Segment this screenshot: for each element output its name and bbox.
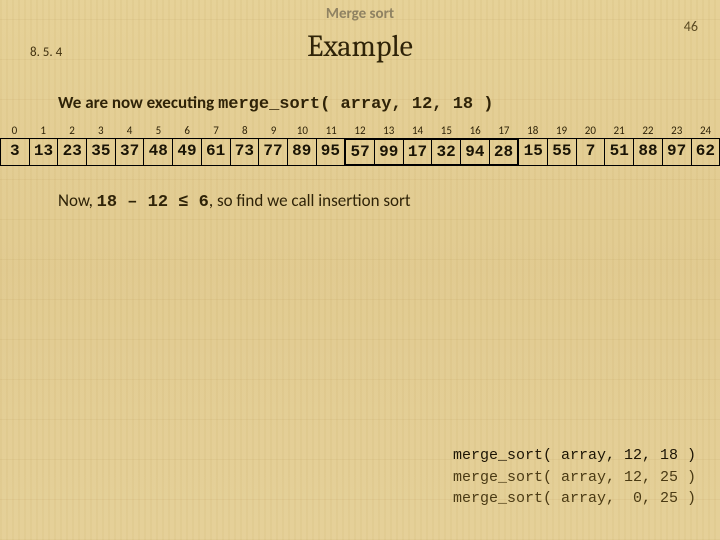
value-cell: 37 [115,138,144,166]
index-cell: 9 [259,124,288,138]
value-cell: 35 [86,138,115,166]
index-cell: 7 [202,124,231,138]
value-cell: 23 [57,138,86,166]
index-cell: 3 [86,124,115,138]
value-cell: 17 [403,138,432,166]
value-cell: 99 [374,138,403,166]
index-cell: 19 [547,124,576,138]
index-cell: 14 [403,124,432,138]
deck-header: Merge sort [0,0,720,23]
value-cell: 15 [517,138,547,166]
index-cell: 2 [58,124,87,138]
value-cell: 94 [460,138,489,166]
index-cell: 4 [115,124,144,138]
index-cell: 5 [144,124,173,138]
condition-line: Now, 18 – 12 ≤ 6, so find we call insert… [58,190,720,212]
value-cell: 62 [691,138,720,166]
slide-title: Example [0,29,720,64]
value-cell: 95 [316,138,345,166]
value-cell: 55 [547,138,576,166]
value-cell: 32 [431,138,460,166]
value-cell: 89 [287,138,316,166]
index-cell: 21 [605,124,634,138]
index-cell: 1 [29,124,58,138]
cond-prefix: Now, [58,190,97,211]
array-visual: 0123456789101112131415161718192021222324… [0,124,720,166]
exec-line-prefix: We are now executing [58,92,218,113]
stack-frame: merge_sort( array, 12, 18 ) [453,445,696,467]
cond-math: 18 – 12 ≤ 6 [97,193,209,212]
value-cell: 61 [201,138,230,166]
exec-line: We are now executing merge_sort( array, … [58,92,720,114]
index-cell: 0 [0,124,29,138]
page-number: 46 [684,18,698,35]
index-cell: 6 [173,124,202,138]
index-cell: 23 [662,124,691,138]
value-cell: 28 [489,138,518,166]
index-cell: 18 [518,124,547,138]
value-cell: 13 [29,138,58,166]
value-cell: 88 [633,138,662,166]
call-stack: merge_sort( array, 12, 18 )merge_sort( a… [453,445,696,510]
index-cell: 8 [230,124,259,138]
index-cell: 11 [317,124,346,138]
index-cell: 24 [691,124,720,138]
index-cell: 20 [576,124,605,138]
cond-suffix: , so find we call insertion sort [209,190,411,211]
value-cell: 51 [604,138,633,166]
value-cell: 73 [230,138,259,166]
value-cell: 97 [662,138,691,166]
index-cell: 13 [374,124,403,138]
index-cell: 10 [288,124,317,138]
stack-frame: merge_sort( array, 0, 25 ) [453,488,696,510]
value-row: 3132335374849617377899557991732942815557… [0,138,720,166]
index-row: 0123456789101112131415161718192021222324 [0,124,720,138]
value-cell: 77 [258,138,287,166]
stack-frame: merge_sort( array, 12, 25 ) [453,467,696,489]
index-cell: 22 [634,124,663,138]
value-cell: 48 [143,138,172,166]
index-cell: 12 [346,124,375,138]
exec-line-code: merge_sort( array, 12, 18 ) [218,95,493,114]
index-cell: 15 [432,124,461,138]
section-number: 8. 5. 4 [30,45,62,60]
value-cell: 3 [0,138,29,166]
value-cell: 57 [344,138,374,166]
value-cell: 7 [576,138,605,166]
index-cell: 17 [490,124,519,138]
value-cell: 49 [172,138,201,166]
index-cell: 16 [461,124,490,138]
